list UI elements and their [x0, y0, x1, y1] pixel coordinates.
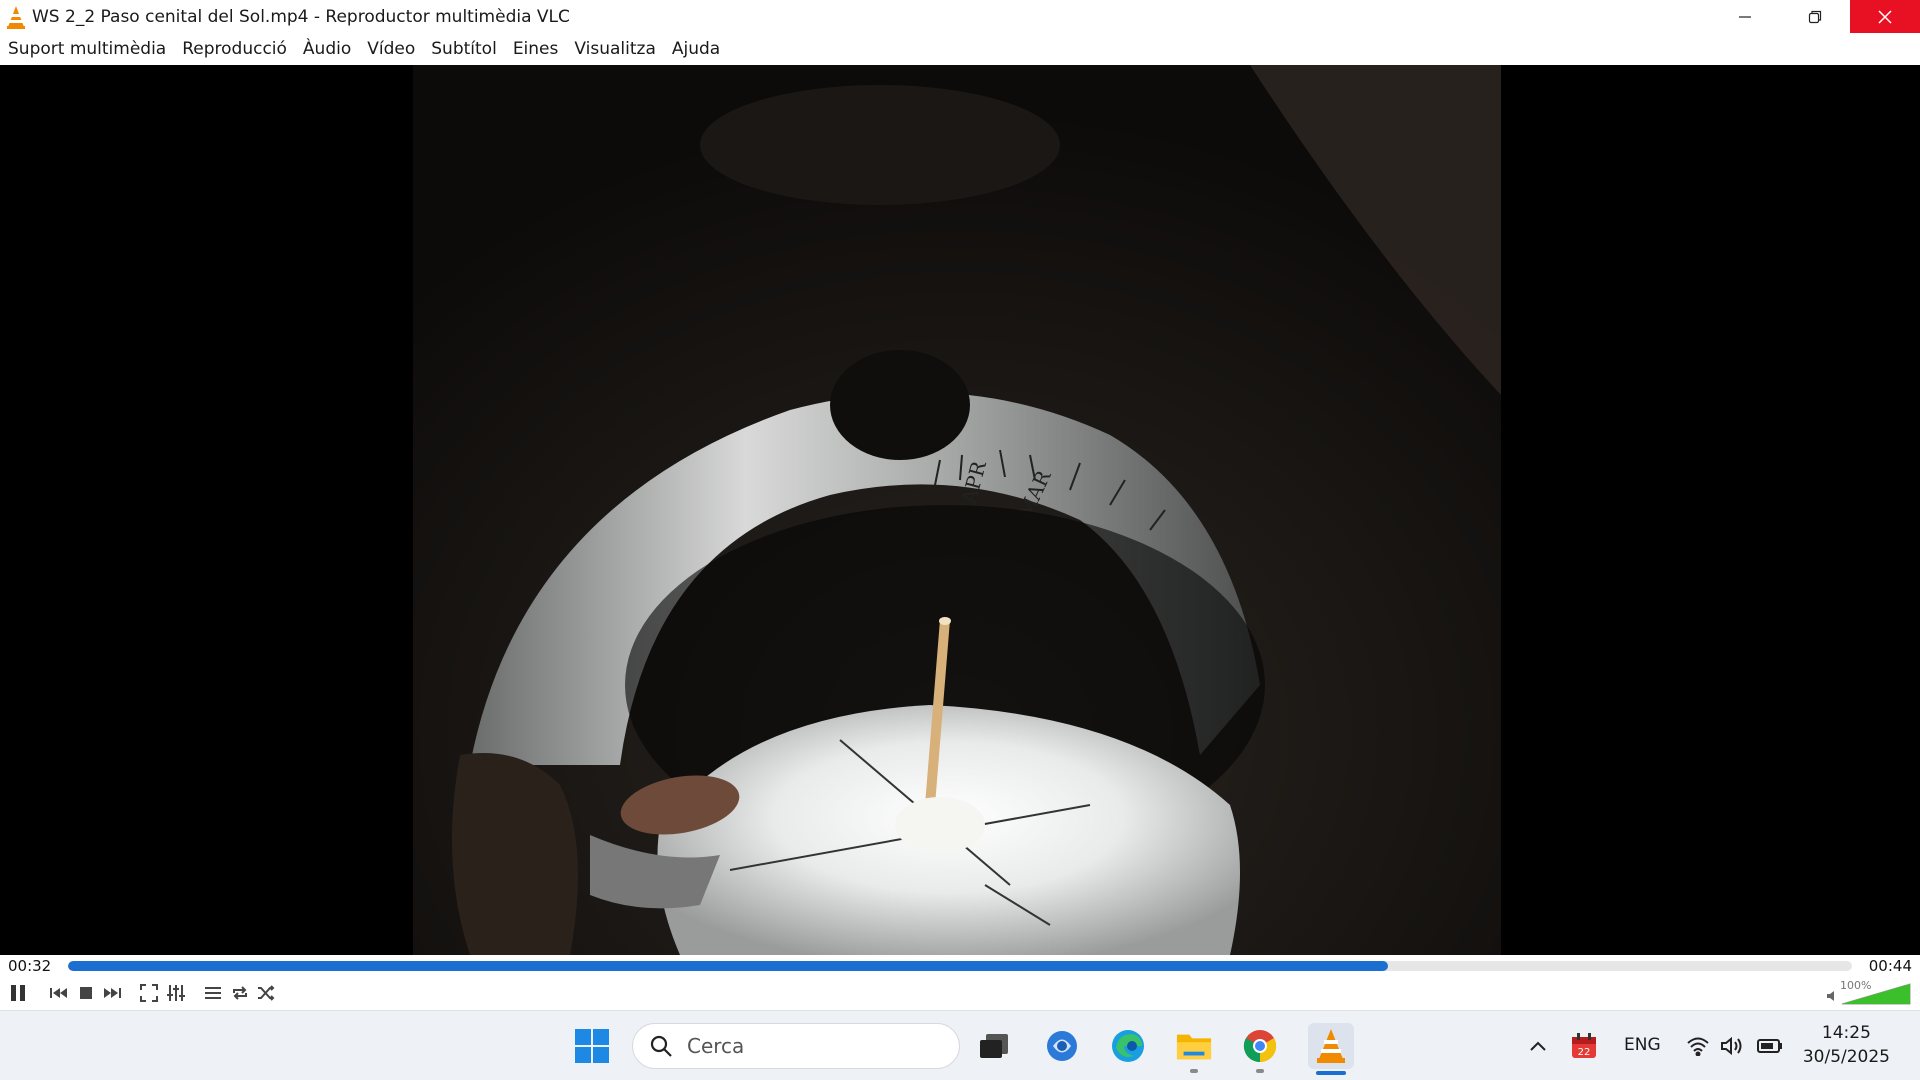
menu-playback[interactable]: Reproducció — [182, 39, 287, 59]
input-language[interactable]: ENG — [1624, 1035, 1661, 1055]
menu-tools[interactable]: Eines — [513, 39, 559, 59]
wifi-icon — [1687, 1037, 1709, 1056]
window-controls — [1710, 0, 1920, 33]
menu-bar: Suport multimèdia Reproducció Àudio Víde… — [0, 33, 1920, 65]
extended-settings-button[interactable] — [164, 981, 188, 1005]
total-time: 00:44 — [1868, 957, 1912, 975]
edge-icon — [1112, 1030, 1144, 1062]
copilot-icon — [1047, 1031, 1077, 1061]
calendar-icon: 22 — [1572, 1033, 1596, 1058]
taskbar-vlc[interactable] — [1308, 1023, 1354, 1069]
video-frame: APR MAR — [0, 65, 1920, 955]
taskbar-app-1[interactable] — [1044, 1028, 1080, 1064]
volume-slider[interactable]: 100% — [1826, 979, 1914, 1005]
explorer-running-indicator — [1190, 1069, 1198, 1073]
menu-help[interactable]: Ajuda — [672, 39, 720, 59]
vlc-window: WS 2_2 Paso cenital del Sol.mp4 - Reprod… — [0, 0, 1920, 1010]
calendar-tray-button[interactable]: 22 — [1566, 1028, 1602, 1064]
seek-progress — [68, 961, 1389, 971]
playlist-icon — [205, 987, 221, 999]
pause-button[interactable] — [6, 981, 30, 1005]
playlist-button[interactable] — [201, 981, 225, 1005]
show-hidden-icons-button[interactable] — [1520, 1028, 1556, 1064]
menu-view[interactable]: Visualitza — [574, 39, 655, 59]
start-button[interactable] — [574, 1028, 610, 1064]
clock-date: 30/5/2025 — [1802, 1047, 1890, 1067]
chrome-running-indicator — [1256, 1069, 1264, 1073]
seek-row: 00:32 00:44 — [0, 955, 1920, 977]
previous-icon — [50, 988, 67, 998]
loop-button[interactable] — [228, 981, 252, 1005]
taskbar-edge[interactable] — [1110, 1028, 1146, 1064]
search-placeholder: Cerca — [687, 1034, 745, 1058]
speaker-icon — [1827, 991, 1834, 1001]
menu-media[interactable]: Suport multimèdia — [8, 39, 166, 59]
fullscreen-button[interactable] — [137, 981, 161, 1005]
seek-bar[interactable] — [68, 961, 1852, 971]
video-display[interactable]: APR MAR — [0, 65, 1920, 955]
elapsed-time: 00:32 — [8, 957, 52, 975]
menu-subtitle[interactable]: Subtítol — [431, 39, 497, 59]
close-button[interactable] — [1850, 0, 1920, 33]
battery-button[interactable] — [1752, 1028, 1788, 1064]
next-icon — [104, 988, 121, 998]
menu-video[interactable]: Vídeo — [367, 39, 415, 59]
vlc-active-indicator — [1316, 1071, 1346, 1075]
taskbar: Cerca 22 ENG 14:25 30/5/2025 — [0, 1010, 1920, 1080]
taskbar-chrome[interactable] — [1242, 1028, 1278, 1064]
chrome-icon — [1243, 1030, 1277, 1063]
window-title: WS 2_2 Paso cenital del Sol.mp4 - Reprod… — [32, 6, 570, 27]
volume-tray-button[interactable] — [1714, 1028, 1750, 1064]
pause-icon — [11, 985, 25, 1001]
vlc-app-icon — [7, 5, 25, 29]
task-view-button[interactable] — [976, 1028, 1012, 1064]
minimize-icon — [1739, 15, 1751, 18]
minimize-button[interactable] — [1710, 0, 1780, 33]
volume-icon — [1721, 1036, 1742, 1056]
previous-button[interactable] — [47, 981, 71, 1005]
clock-time: 14:25 — [1821, 1023, 1871, 1043]
next-button[interactable] — [100, 981, 124, 1005]
stop-icon — [80, 987, 92, 999]
shuffle-button[interactable] — [254, 981, 278, 1005]
battery-icon — [1757, 1039, 1782, 1053]
taskbar-search[interactable]: Cerca — [632, 1023, 960, 1069]
calendar-badge: 22 — [1578, 1047, 1591, 1058]
restore-icon — [1808, 10, 1822, 23]
close-icon — [1878, 9, 1892, 24]
task-view-icon — [980, 1034, 1008, 1058]
title-bar[interactable]: WS 2_2 Paso cenital del Sol.mp4 - Reprod… — [0, 0, 1920, 33]
chevron-up-icon — [1530, 1041, 1546, 1051]
restore-button[interactable] — [1780, 0, 1850, 33]
search-icon — [650, 1035, 672, 1057]
system-clock[interactable]: 14:25 30/5/2025 — [1803, 1021, 1890, 1069]
player-controls: 100% — [0, 977, 1920, 1010]
windows-start-icon — [575, 1029, 609, 1063]
fullscreen-icon — [140, 984, 158, 1002]
vlc-icon — [1317, 1029, 1345, 1063]
stop-button[interactable] — [74, 981, 98, 1005]
volume-level — [1841, 983, 1911, 1005]
wifi-button[interactable] — [1680, 1028, 1716, 1064]
folder-icon — [1176, 1034, 1212, 1060]
shuffle-icon — [258, 985, 275, 1001]
menu-audio[interactable]: Àudio — [303, 39, 351, 59]
equalizer-icon — [167, 985, 185, 1001]
taskbar-file-explorer[interactable] — [1176, 1028, 1212, 1064]
loop-icon — [233, 986, 247, 1000]
